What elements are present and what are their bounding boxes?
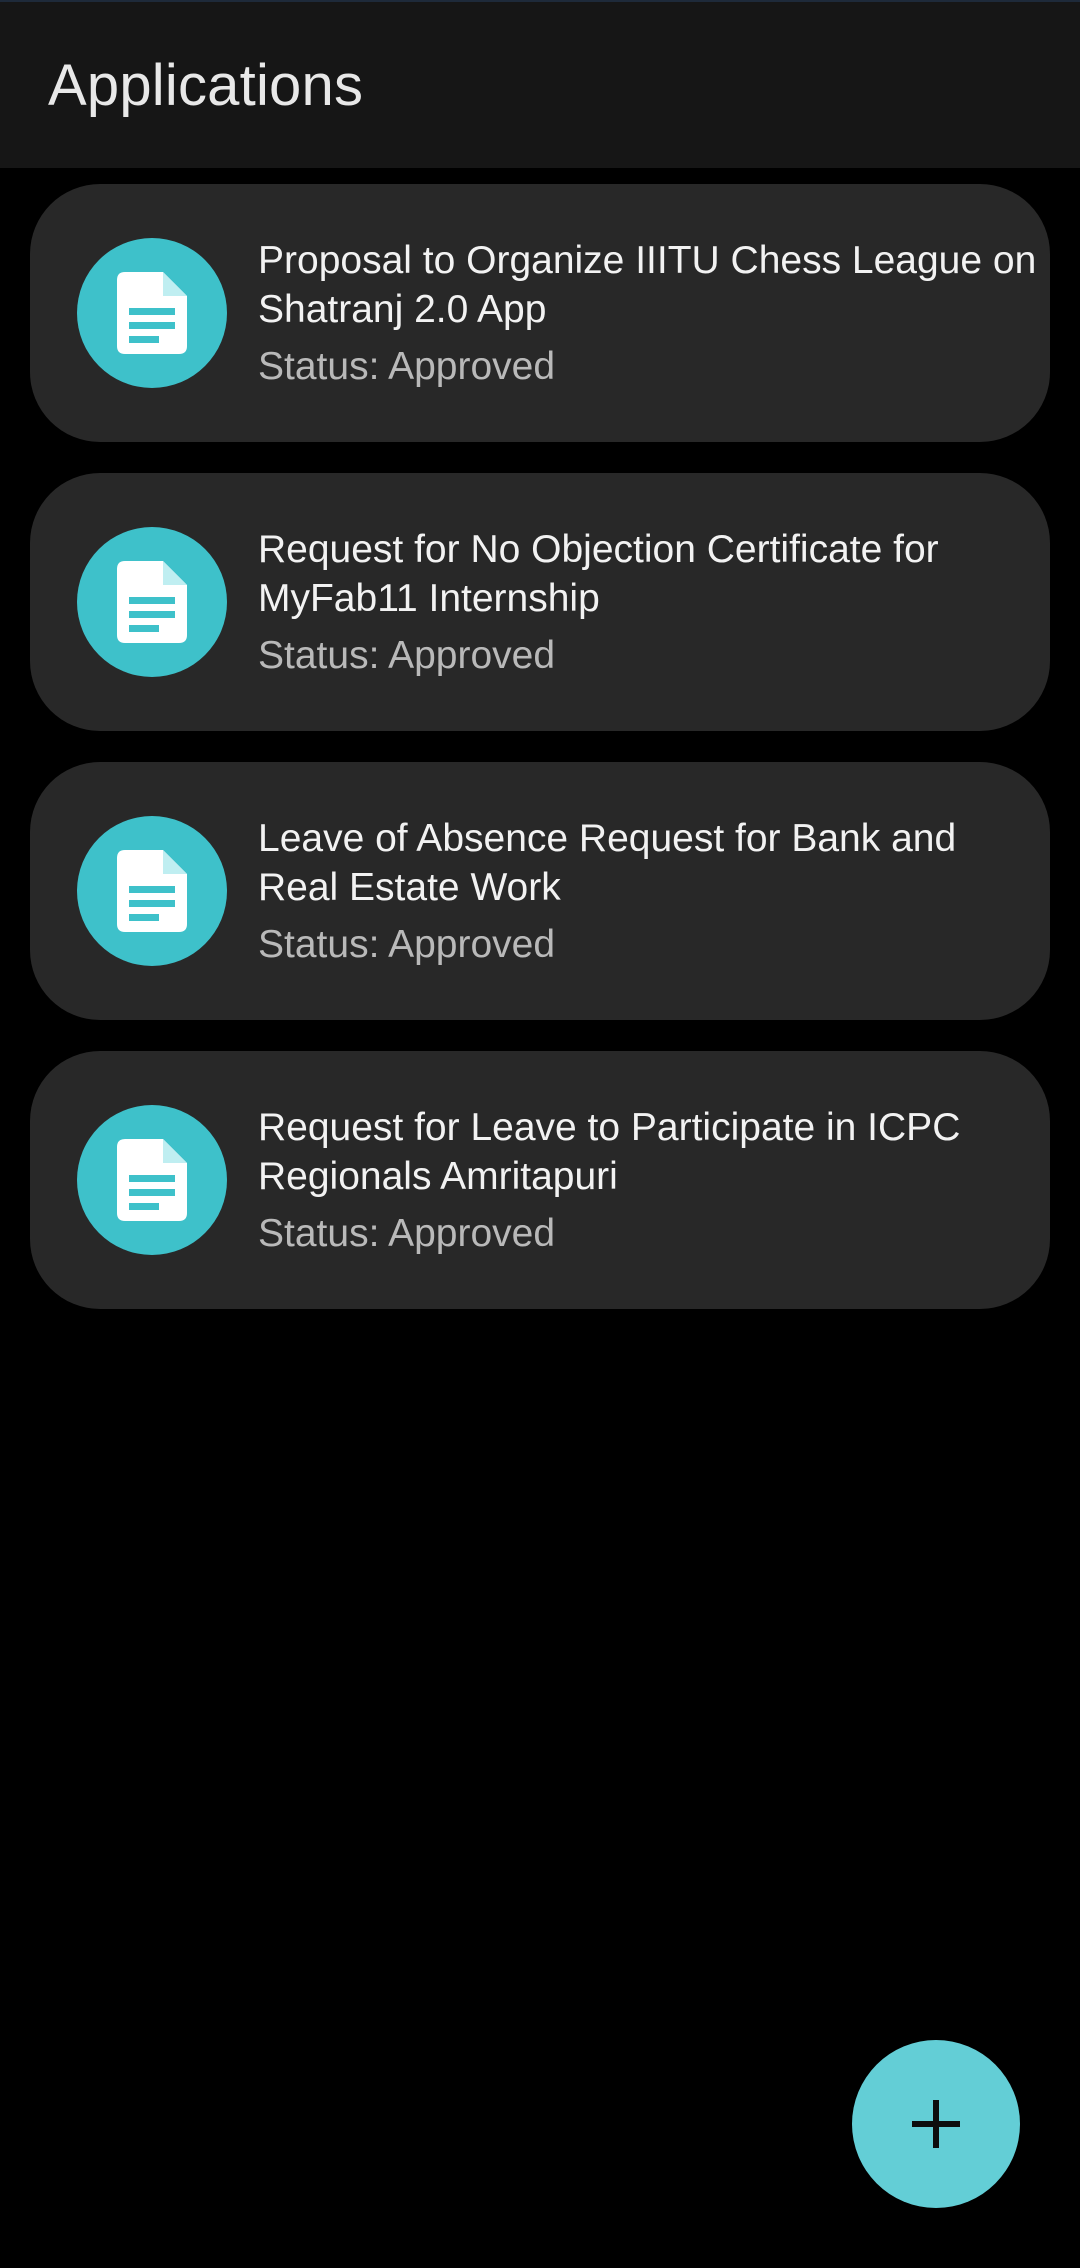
document-icon — [77, 527, 227, 677]
applications-list: Proposal to Organize IIITU Chess League … — [30, 184, 1050, 1340]
document-icon — [77, 816, 227, 966]
application-title: Leave of Absence Request for Bank and Re… — [258, 817, 957, 909]
page-title: Applications — [48, 53, 364, 118]
application-card[interactable]: Leave of Absence Request for Bank and Re… — [30, 762, 1050, 1020]
plus-icon — [912, 2100, 960, 2148]
application-card[interactable]: Request for No Objection Certificate for… — [30, 473, 1050, 731]
app-bar: Applications — [0, 2, 1080, 168]
application-title: Proposal to Organize IIITU Chess League … — [258, 239, 1037, 331]
application-status: Status: Approved — [258, 923, 556, 966]
application-card[interactable]: Request for Leave to Participate in ICPC… — [30, 1051, 1050, 1309]
application-title: Request for No Objection Certificate for… — [258, 528, 939, 620]
application-status: Status: Approved — [258, 1212, 556, 1255]
document-icon — [77, 1105, 227, 1255]
document-icon — [77, 238, 227, 388]
application-card[interactable]: Proposal to Organize IIITU Chess League … — [30, 184, 1050, 442]
application-status: Status: Approved — [258, 634, 556, 677]
add-application-button[interactable] — [852, 2040, 1020, 2208]
application-title: Request for Leave to Participate in ICPC… — [258, 1106, 961, 1198]
application-status: Status: Approved — [258, 345, 556, 388]
